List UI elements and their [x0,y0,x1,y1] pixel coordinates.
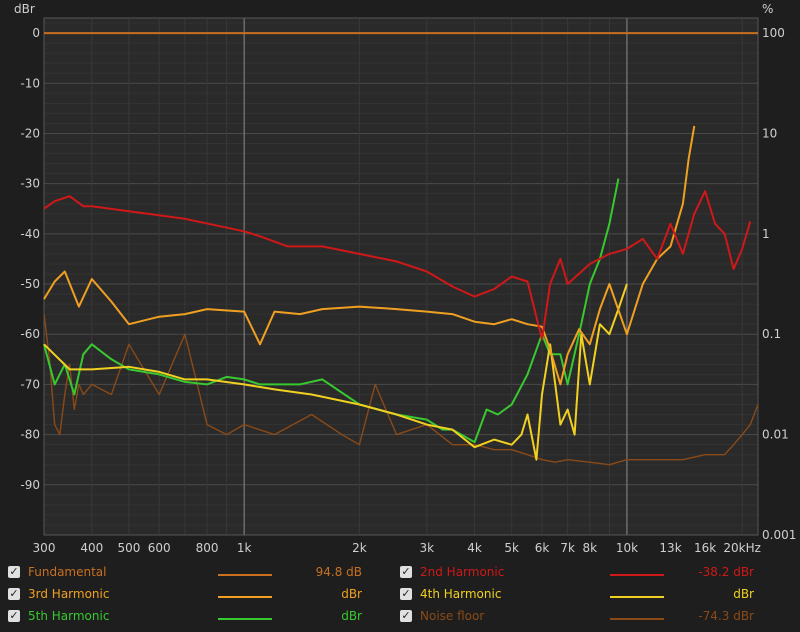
x-tick-label: 3k [419,541,434,555]
harmonic-distortion-chart: 300 400 500 600 800 1k 2k 3k 4k 5k 6k 7k 8k 10k 13k 16k… [14,2,796,555]
legend-label-5th-harmonic: 5th Harmonic [28,609,110,623]
right-tick-label: 1 [762,227,770,241]
x-tick-label: 10k [616,541,638,555]
legend-value-noise-floor: -74.3 dBr [698,609,754,623]
legend-swatch-3rd-harmonic [218,596,272,598]
x-tick-label: 5k [504,541,519,555]
legend-swatch-5th-harmonic [218,618,272,620]
x-tick-label: 300 [33,541,56,555]
right-axis-label: % [762,2,773,16]
legend-swatch-4th-harmonic [610,596,664,598]
legend-swatch-fundamental [218,574,272,576]
legend: ✓ Fundamental 94.8 dB ✓ 2nd Harmonic -38… [0,560,800,632]
x-tick-label: 4k [467,541,482,555]
x-tick-label: 8k [583,541,598,555]
legend-value-4th-harmonic: dBr [733,587,754,601]
y-tick-label: -70 [20,377,40,391]
x-tick-label: 20kHz [723,541,761,555]
legend-item-5th-harmonic[interactable]: ✓ 5th Harmonic dBr [8,606,362,626]
y-tick-label: -20 [20,126,40,140]
legend-value-5th-harmonic: dBr [341,609,362,623]
right-tick-label: 100 [762,26,785,40]
legend-swatch-noise-floor [610,618,664,620]
x-tick-label: 6k [535,541,550,555]
y-tick-label: 0 [32,26,40,40]
y-tick-label: -60 [20,327,40,341]
y-tick-label: -80 [20,428,40,442]
checkbox-2nd-harmonic[interactable]: ✓ [400,566,412,578]
y-tick-label: -90 [20,478,40,492]
legend-value-3rd-harmonic: dBr [341,587,362,601]
legend-label-fundamental: Fundamental [28,565,107,579]
x-tick-label: 2k [352,541,367,555]
plot-background [44,18,758,535]
legend-label-2nd-harmonic: 2nd Harmonic [420,565,505,579]
y-tick-label: -10 [20,76,40,90]
x-tick-label: 1k [237,541,252,555]
right-tick-label: 0.01 [762,428,789,442]
x-tick-label: 400 [80,541,103,555]
legend-item-4th-harmonic[interactable]: ✓ 4th Harmonic dBr [400,584,754,604]
legend-item-noise-floor[interactable]: ✓ Noise floor -74.3 dBr [400,606,754,626]
legend-value-fundamental: 94.8 dB [315,565,362,579]
legend-value-2nd-harmonic: -38.2 dBr [698,565,754,579]
checkbox-fundamental[interactable]: ✓ [8,566,20,578]
checkbox-5th-harmonic[interactable]: ✓ [8,610,20,622]
x-tick-label: 16k [694,541,716,555]
legend-item-2nd-harmonic[interactable]: ✓ 2nd Harmonic -38.2 dBr [400,562,754,582]
x-tick-label: 800 [196,541,219,555]
y-tick-label: -30 [20,177,40,191]
y-tick-label: -50 [20,277,40,291]
right-tick-label: 0.001 [762,528,796,542]
right-tick-label: 10 [762,126,777,140]
x-tick-label: 600 [148,541,171,555]
x-tick-label: 13k [659,541,681,555]
checkbox-noise-floor[interactable]: ✓ [400,610,412,622]
legend-item-3rd-harmonic[interactable]: ✓ 3rd Harmonic dBr [8,584,362,604]
checkbox-3rd-harmonic[interactable]: ✓ [8,588,20,600]
y-tick-label: -40 [20,227,40,241]
checkbox-4th-harmonic[interactable]: ✓ [400,588,412,600]
right-tick-label: 0.1 [762,327,781,341]
legend-label-4th-harmonic: 4th Harmonic [420,587,502,601]
legend-item-fundamental[interactable]: ✓ Fundamental 94.8 dB [8,562,362,582]
x-tick-label: 7k [560,541,575,555]
legend-swatch-2nd-harmonic [610,574,664,576]
legend-label-3rd-harmonic: 3rd Harmonic [28,587,110,601]
legend-label-noise-floor: Noise floor [420,609,485,623]
x-tick-label: 500 [117,541,140,555]
left-axis-label: dBr [14,2,35,16]
